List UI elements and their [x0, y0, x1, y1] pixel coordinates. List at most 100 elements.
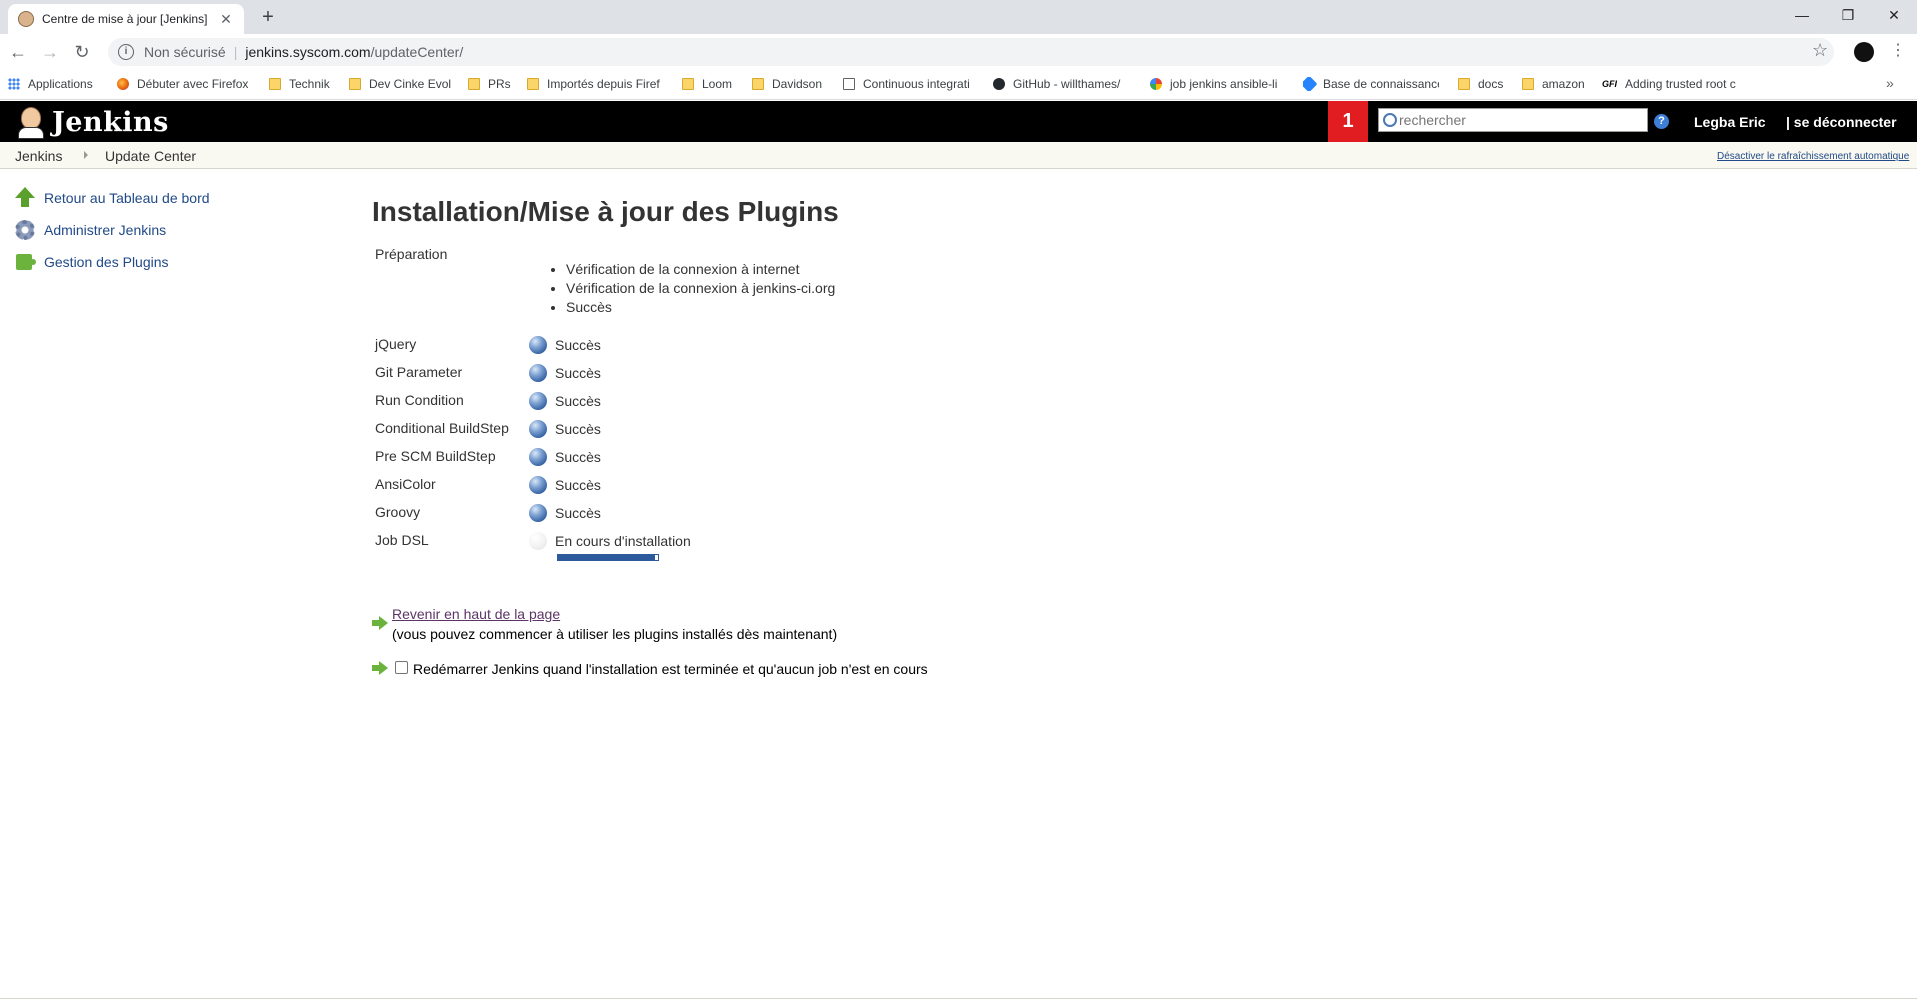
plugin-status: Succès: [555, 449, 601, 465]
search-icon: [1383, 113, 1397, 127]
plugin-name: Groovy: [375, 504, 421, 520]
pending-ball-icon: [529, 532, 547, 550]
success-ball-icon: [529, 420, 547, 438]
bookmarks-bar: Applications Débuter avec Firefox Techni…: [0, 70, 1917, 100]
sidebar-item-dashboard[interactable]: Retour au Tableau de bord: [14, 187, 210, 209]
bookmark-label: docs: [1478, 77, 1504, 91]
url-path[interactable]: /updateCenter/: [371, 44, 464, 60]
bookmark-label: GitHub - willthames/: [1013, 77, 1121, 91]
bookmark-github[interactable]: GitHub - willthames/: [993, 77, 1129, 91]
bookmark-star-icon[interactable]: ☆: [1812, 40, 1828, 61]
url-host[interactable]: jenkins.syscom.com: [245, 44, 370, 60]
tab-close-icon[interactable]: ✕: [218, 11, 234, 28]
breadcrumb-jenkins[interactable]: Jenkins: [15, 148, 62, 164]
new-tab-button[interactable]: +: [256, 6, 280, 29]
bookmark-label: Technik: [289, 77, 330, 91]
bookmark-label: Importés depuis Firef: [547, 77, 660, 91]
minimize-icon[interactable]: —: [1779, 0, 1825, 30]
plugin-name: Conditional BuildStep: [375, 420, 509, 436]
folder-icon: [1458, 78, 1470, 90]
success-ball-icon: [529, 392, 547, 410]
search-input[interactable]: [1399, 112, 1639, 128]
restart-checkbox[interactable]: [395, 661, 408, 674]
sidebar-item-label: Administrer Jenkins: [44, 222, 167, 238]
bookmark-job-jenkins[interactable]: job jenkins ansible-li: [1150, 77, 1286, 91]
success-ball-icon: [529, 504, 547, 522]
restart-label[interactable]: Redémarrer Jenkins quand l'installation …: [413, 661, 928, 677]
success-ball-icon: [529, 364, 547, 382]
install-progress-fill: [558, 555, 655, 560]
plugin-status: Succès: [555, 365, 601, 381]
address-bar[interactable]: i Non sécurisé | jenkins.syscom.com/upda…: [108, 38, 1834, 66]
logout-link[interactable]: | se déconnecter: [1786, 114, 1897, 130]
plugin-name: Run Condition: [375, 392, 464, 408]
bookmark-applications[interactable]: Applications: [8, 77, 100, 91]
bookmark-firefox[interactable]: Débuter avec Firefox: [117, 77, 253, 91]
bookmark-loom[interactable]: Loom: [682, 77, 746, 91]
info-icon[interactable]: i: [118, 44, 134, 60]
user-link[interactable]: Legba Eric: [1694, 114, 1766, 130]
bookmark-label: Applications: [28, 77, 93, 91]
jenkins-favicon-icon: [18, 11, 34, 27]
bookmark-importes[interactable]: Importés depuis Firef: [527, 77, 663, 91]
confluence-icon: [1303, 77, 1318, 91]
page-icon: [843, 78, 855, 90]
bookmark-label: PRs: [488, 77, 511, 91]
bookmark-dev-cinke-evol[interactable]: Dev Cinke Evol: [349, 77, 455, 91]
browser-tab-strip: Centre de mise à jour [Jenkins] ✕ + — ❐ …: [0, 0, 1917, 34]
help-icon[interactable]: ?: [1654, 114, 1669, 129]
profile-avatar[interactable]: [1854, 42, 1874, 62]
breadcrumb-separator-icon: [84, 151, 88, 159]
security-label[interactable]: Non sécurisé: [144, 44, 226, 60]
sidebar-item-plugins[interactable]: Gestion des Plugins: [14, 251, 169, 273]
jenkins-logo[interactable]: Jenkins: [16, 105, 169, 139]
bookmark-base-connaissance[interactable]: Base de connaissance: [1303, 77, 1439, 91]
folder-icon: [468, 78, 480, 90]
reload-icon[interactable]: ↻: [70, 40, 94, 64]
bookmark-label: Davidson: [772, 77, 823, 91]
bookmark-label: Loom: [702, 77, 733, 91]
firefox-icon: [117, 78, 129, 90]
bookmark-label: Continuous integrati: [863, 77, 970, 91]
browser-menu-icon[interactable]: ⋮: [1890, 40, 1906, 60]
breadcrumb-update-center[interactable]: Update Center: [105, 148, 196, 164]
sidebar-item-label: Gestion des Plugins: [44, 254, 169, 270]
plugin-name: Git Parameter: [375, 364, 463, 380]
preparation-label: Préparation: [375, 246, 448, 262]
search-box[interactable]: [1378, 108, 1648, 132]
success-ball-icon: [529, 336, 547, 354]
green-arrow-icon: [372, 661, 388, 675]
bookmark-label: Base de connaissance: [1323, 77, 1439, 91]
restore-icon[interactable]: ❐: [1825, 0, 1871, 30]
bookmark-technik[interactable]: Technik: [269, 77, 333, 91]
disable-auto-refresh-link[interactable]: Désactiver le rafraîchissement automatiq…: [1717, 151, 1909, 162]
sidebar-item-label: Retour au Tableau de bord: [44, 190, 210, 206]
list-item: Succès: [566, 298, 835, 317]
bookmark-label: Adding trusted root c: [1625, 77, 1736, 91]
bookmark-docs[interactable]: docs: [1458, 77, 1528, 91]
notification-badge[interactable]: 1: [1328, 101, 1368, 142]
bookmark-davidson[interactable]: Davidson: [752, 77, 832, 91]
browser-tab[interactable]: Centre de mise à jour [Jenkins] ✕: [8, 4, 244, 34]
bookmark-adding-trusted-root[interactable]: GFI Adding trusted root c: [1602, 77, 1738, 91]
back-to-top-link[interactable]: Revenir en haut de la page: [392, 606, 560, 622]
bookmark-continuous-integration[interactable]: Continuous integrati: [843, 77, 1015, 91]
folder-icon: [682, 78, 694, 90]
forward-icon[interactable]: →: [38, 40, 62, 64]
sidebar-item-manage-jenkins[interactable]: Administrer Jenkins: [14, 219, 166, 241]
bookmark-label: Débuter avec Firefox: [137, 77, 249, 91]
list-item: Vérification de la connexion à jenkins-c…: [566, 279, 835, 298]
folder-icon: [527, 78, 539, 90]
more-bookmarks-icon[interactable]: »: [1886, 75, 1894, 91]
plugin-status: Succès: [555, 421, 601, 437]
bookmark-label: Dev Cinke Evol: [369, 77, 452, 91]
close-window-icon[interactable]: ✕: [1871, 0, 1917, 30]
bookmark-prs[interactable]: PRs: [468, 77, 514, 91]
plugin-status: En cours d'installation: [555, 533, 691, 549]
preparation-steps: Vérification de la connexion à internet …: [566, 260, 835, 317]
folder-icon: [1522, 78, 1534, 90]
plugin-name: jQuery: [375, 336, 417, 352]
plugin-status: Succès: [555, 477, 601, 493]
bookmark-label: amazon: [1542, 77, 1585, 91]
back-icon[interactable]: ←: [6, 40, 30, 64]
